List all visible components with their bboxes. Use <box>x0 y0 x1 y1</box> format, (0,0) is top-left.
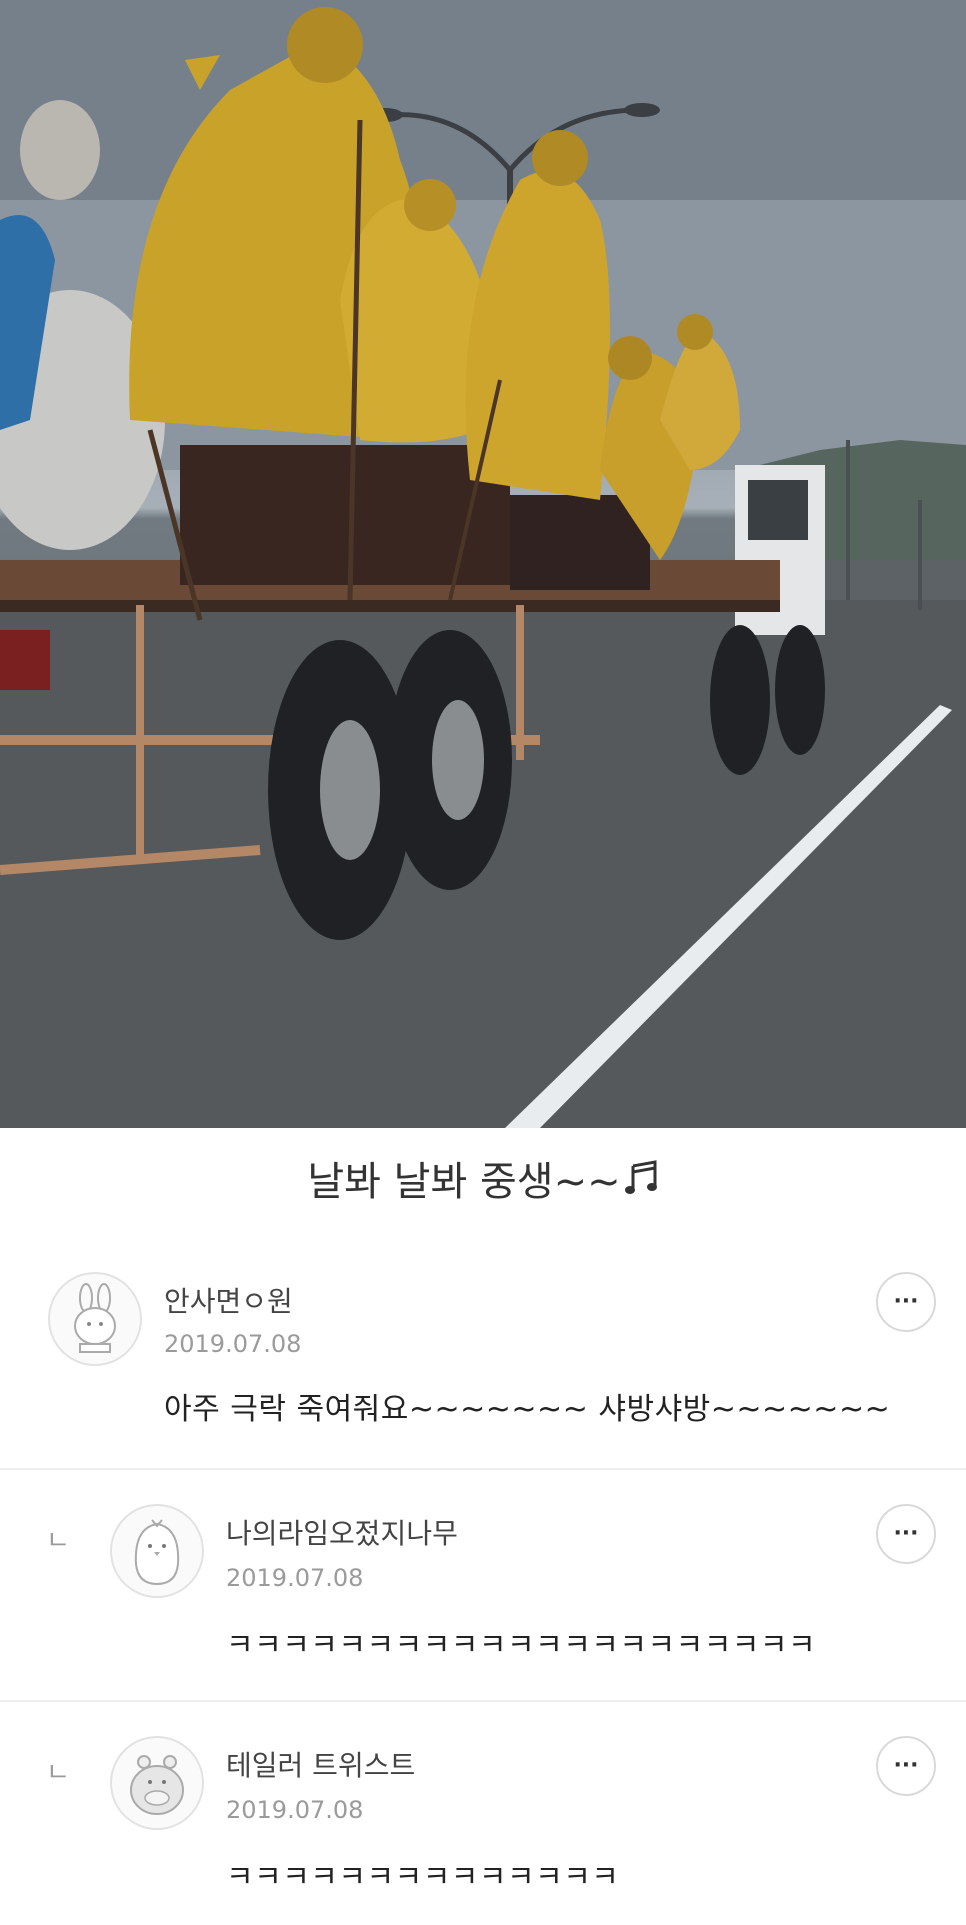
rabbit-avatar[interactable] <box>48 1272 142 1366</box>
more-options-button[interactable]: ··· <box>876 1272 936 1332</box>
comment-date: 2019.07.08 <box>226 1796 364 1824</box>
reply-item: ㄴ 나의라임오젔지나무 2019.07.08 ㅋㅋㅋㅋㅋㅋㅋㅋㅋㅋㅋㅋㅋㅋㅋㅋㅋ… <box>0 1470 966 1700</box>
comment-author[interactable]: 안사면ㅇ원 <box>164 1280 293 1320</box>
comment-text: ㅋㅋㅋㅋㅋㅋㅋㅋㅋㅋㅋㅋㅋㅋㅋㅋㅋㅋㅋㅋㅋ <box>226 1628 817 1663</box>
comment-text: 아주 극락 죽여줘요~~~~~~~ 샤방샤방~~~~~~~ <box>164 1392 891 1427</box>
more-options-button[interactable]: ··· <box>876 1504 936 1564</box>
truck-statues-image <box>0 0 966 1128</box>
comment-author[interactable]: 나의라임오젔지나무 <box>226 1512 458 1552</box>
comment-date: 2019.07.08 <box>164 1330 302 1358</box>
penguin-icon <box>134 1519 180 1586</box>
comment-text: ㅋㅋㅋㅋㅋㅋㅋㅋㅋㅋㅋㅋㅋㅋ <box>226 1860 620 1895</box>
post-photo <box>0 0 966 1128</box>
reply-item: ㄴ 테일러 트위스트 2019.07.08 ㅋㅋㅋㅋㅋㅋㅋㅋㅋㅋㅋㅋㅋㅋ ··· <box>0 1702 966 1925</box>
music-note-icon <box>624 1160 657 1194</box>
reply-marker-icon: ㄴ <box>46 1526 70 1556</box>
comment-date: 2019.07.08 <box>226 1564 364 1592</box>
penguin-avatar[interactable] <box>110 1504 204 1598</box>
rabbit-icon <box>74 1283 116 1353</box>
hippo-icon <box>130 1755 184 1815</box>
comment-author[interactable]: 테일러 트위스트 <box>226 1744 415 1784</box>
hippo-avatar[interactable] <box>110 1736 204 1830</box>
post-caption: 날봐 날봐 중생~~ <box>0 1128 966 1228</box>
caption-text: 날봐 날봐 중생~~ <box>307 1159 621 1205</box>
ellipsis-icon: ··· <box>893 1753 919 1778</box>
more-options-button[interactable]: ··· <box>876 1736 936 1796</box>
ellipsis-icon: ··· <box>893 1521 919 1546</box>
comment-item: 안사면ㅇ원 2019.07.08 아주 극락 죽여줘요~~~~~~~ 샤방샤방~… <box>0 1228 966 1468</box>
reply-marker-icon: ㄴ <box>46 1758 70 1788</box>
ellipsis-icon: ··· <box>893 1289 919 1314</box>
